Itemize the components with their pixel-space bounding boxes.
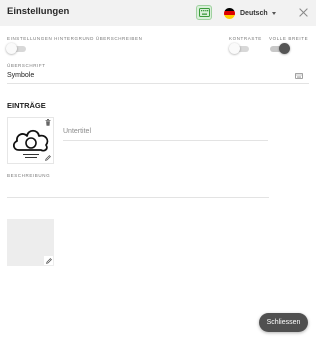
full-width-label: VOLLE BREITE (269, 36, 309, 41)
language-label: Deutsch (240, 9, 268, 17)
new-entry-thumbnail[interactable] (7, 219, 54, 266)
entries-section-title: EINTRÄGE (7, 101, 46, 110)
override-background-label: EINSTELLUNGEN HINTERGRUND ÜBERSCHREIBEN (7, 36, 143, 41)
dialog-header: Einstellungen Deutsch (0, 0, 316, 26)
heading-input[interactable]: Symbole (7, 72, 34, 79)
close-icon[interactable] (299, 8, 308, 17)
pencil-icon (44, 154, 51, 161)
full-width-toggle[interactable] (270, 43, 290, 54)
keyboard-toggle-button[interactable] (196, 5, 212, 20)
contrast-toggle[interactable] (229, 43, 249, 54)
dialog-title: Einstellungen (7, 6, 70, 17)
heading-divider (7, 83, 309, 84)
contrast-label: KONTRASTE (229, 36, 262, 41)
subtitle-input[interactable]: Untertitel (63, 128, 91, 135)
keyboard-icon[interactable] (295, 73, 303, 79)
keyboard-icon (199, 8, 210, 17)
trash-icon[interactable] (45, 119, 51, 126)
pencil-icon (45, 257, 52, 264)
edit-image-button[interactable] (43, 153, 52, 162)
language-selector[interactable]: Deutsch (224, 6, 276, 20)
edit-image-button[interactable] (44, 256, 53, 265)
override-background-toggle[interactable] (6, 43, 26, 54)
chevron-down-icon (271, 11, 276, 15)
description-label: BESCHREIBUNG (7, 173, 51, 178)
close-button[interactable]: Schliessen (259, 313, 308, 332)
description-input[interactable] (7, 197, 269, 198)
subtitle-divider (63, 140, 268, 141)
heading-label: ÜBERSCHRIFT (7, 63, 46, 68)
german-flag-icon (224, 7, 235, 19)
